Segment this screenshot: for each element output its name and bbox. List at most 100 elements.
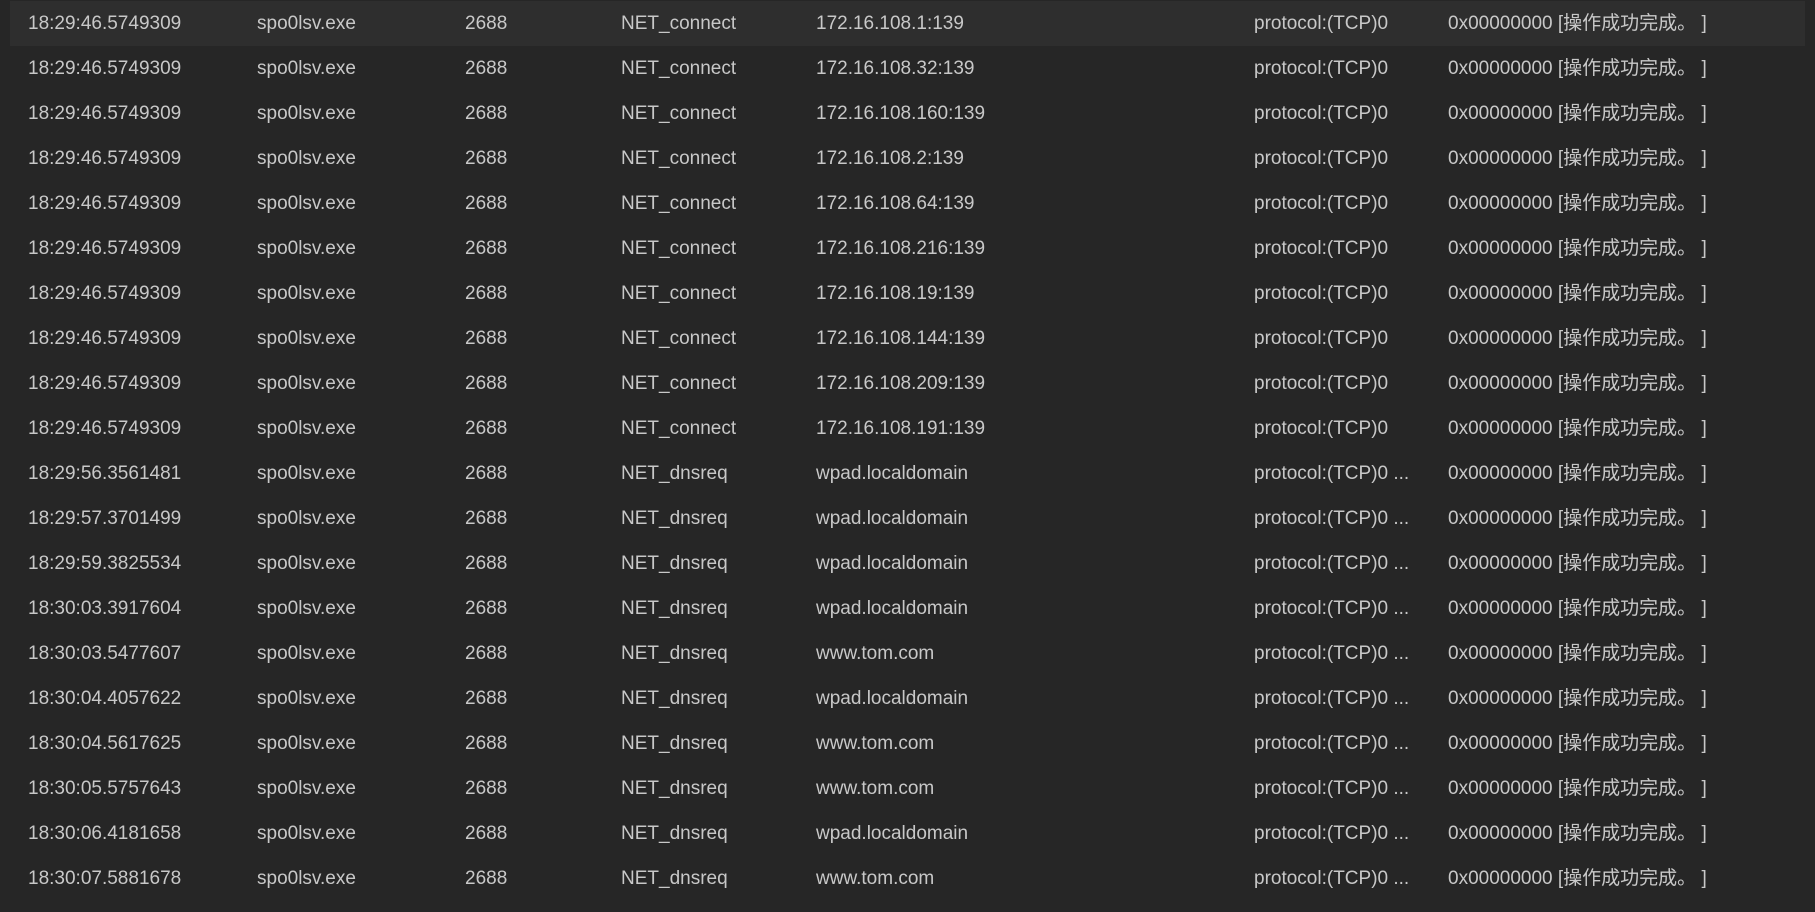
table-row[interactable]: 18:30:04.5617625 spo0lsv.exe 2688 NET_dnsre…	[10, 721, 1805, 766]
process-name-cell: spo0lsv.exe	[257, 688, 356, 709]
table-row[interactable]: 18:29:46.5749309 spo0lsv.exe 2688 NET_conne…	[10, 136, 1805, 181]
detail-cell: protocol:(TCP)0	[1254, 148, 1389, 169]
pid-cell: 2688	[465, 13, 508, 34]
result-cell: 0x00000000 [操作成功完成。 ]	[1448, 328, 1707, 349]
time-cell: 18:30:04.5617625	[28, 733, 182, 754]
table-row[interactable]: 18:30:04.4057622 spo0lsv.exe 2688 NET_dnsre…	[10, 676, 1805, 721]
result-cell: 0x00000000 [操作成功完成。 ]	[1448, 148, 1707, 169]
process-name-cell: spo0lsv.exe	[257, 553, 356, 574]
table-row[interactable]: 18:29:57.3701499 spo0lsv.exe 2688 NET_dnsre…	[10, 496, 1805, 541]
table-row[interactable]: 18:29:46.5749309 spo0lsv.exe 2688 NET_conne…	[10, 406, 1805, 451]
table-row[interactable]: 18:29:46.5749309 spo0lsv.exe 2688 NET_conne…	[10, 226, 1805, 271]
result-cell: 0x00000000 [操作成功完成。 ]	[1448, 193, 1707, 214]
operation-cell: NET_dnsreq	[621, 778, 728, 799]
time-cell: 18:29:46.5749309	[28, 58, 182, 79]
table-row[interactable]: 18:29:46.5749309 spo0lsv.exe 2688 NET_conne…	[10, 361, 1805, 406]
detail-cell: protocol:(TCP)0 ...	[1254, 508, 1410, 529]
event-log-table: 18:29:46.5749309 spo0lsv.exe 2688 NET_conne…	[10, 1, 1805, 901]
result-cell: 0x00000000 [操作成功完成。 ]	[1448, 598, 1707, 619]
path-cell: www.tom.com	[816, 733, 935, 754]
table-row[interactable]: 18:29:46.5749309 spo0lsv.exe 2688 NET_conne…	[10, 271, 1805, 316]
pid-cell: 2688	[465, 823, 508, 844]
detail-cell: protocol:(TCP)0 ...	[1254, 688, 1410, 709]
result-cell: 0x00000000 [操作成功完成。 ]	[1448, 868, 1707, 889]
process-name-cell: spo0lsv.exe	[257, 823, 356, 844]
detail-cell: protocol:(TCP)0 ...	[1254, 868, 1410, 889]
process-name-cell: spo0lsv.exe	[257, 238, 356, 259]
result-cell: 0x00000000 [操作成功完成。 ]	[1448, 58, 1707, 79]
path-cell: www.tom.com	[816, 868, 935, 889]
process-name-cell: spo0lsv.exe	[257, 328, 356, 349]
operation-cell: NET_dnsreq	[621, 868, 728, 889]
pid-cell: 2688	[465, 778, 508, 799]
operation-cell: NET_connect	[621, 103, 737, 124]
process-name-cell: spo0lsv.exe	[257, 193, 356, 214]
time-cell: 18:30:05.5757643	[28, 778, 182, 799]
detail-cell: protocol:(TCP)0	[1254, 283, 1389, 304]
operation-cell: NET_dnsreq	[621, 463, 728, 484]
detail-cell: protocol:(TCP)0	[1254, 103, 1389, 124]
detail-cell: protocol:(TCP)0 ...	[1254, 598, 1410, 619]
table-row[interactable]: 18:30:03.3917604 spo0lsv.exe 2688 NET_dnsre…	[10, 586, 1805, 631]
pid-cell: 2688	[465, 148, 508, 169]
process-name-cell: spo0lsv.exe	[257, 778, 356, 799]
time-cell: 18:29:59.3825534	[28, 553, 182, 574]
table-row[interactable]: 18:29:46.5749309 spo0lsv.exe 2688 NET_conne…	[10, 46, 1805, 91]
table-row[interactable]: 18:30:05.5757643 spo0lsv.exe 2688 NET_dnsre…	[10, 766, 1805, 811]
path-cell: wpad.localdomain	[816, 553, 969, 574]
detail-cell: protocol:(TCP)0 ...	[1254, 553, 1410, 574]
path-cell: 172.16.108.2:139	[816, 148, 964, 169]
time-cell: 18:30:07.5881678	[28, 868, 182, 889]
pid-cell: 2688	[465, 328, 508, 349]
process-name-cell: spo0lsv.exe	[257, 463, 356, 484]
result-cell: 0x00000000 [操作成功完成。 ]	[1448, 508, 1707, 529]
table-row[interactable]: 18:29:46.5749309 spo0lsv.exe 2688 NET_conne…	[10, 91, 1805, 136]
pid-cell: 2688	[465, 193, 508, 214]
operation-cell: NET_connect	[621, 193, 737, 214]
time-cell: 18:29:46.5749309	[28, 193, 182, 214]
result-cell: 0x00000000 [操作成功完成。 ]	[1448, 103, 1707, 124]
operation-cell: NET_dnsreq	[621, 688, 728, 709]
operation-cell: NET_connect	[621, 373, 737, 394]
table-row[interactable]: 18:29:46.5749309 spo0lsv.exe 2688 NET_conne…	[10, 1, 1805, 46]
detail-cell: protocol:(TCP)0	[1254, 238, 1389, 259]
time-cell: 18:30:03.3917604	[28, 598, 182, 619]
detail-cell: protocol:(TCP)0	[1254, 58, 1389, 79]
path-cell: 172.16.108.64:139	[816, 193, 975, 214]
path-cell: 172.16.108.160:139	[816, 103, 986, 124]
path-cell: wpad.localdomain	[816, 823, 969, 844]
table-row[interactable]: 18:30:03.5477607 spo0lsv.exe 2688 NET_dnsre…	[10, 631, 1805, 676]
result-cell: 0x00000000 [操作成功完成。 ]	[1448, 823, 1707, 844]
path-cell: www.tom.com	[816, 643, 935, 664]
process-name-cell: spo0lsv.exe	[257, 868, 356, 889]
operation-cell: NET_connect	[621, 283, 737, 304]
operation-cell: NET_connect	[621, 418, 737, 439]
operation-cell: NET_dnsreq	[621, 643, 728, 664]
table-row[interactable]: 18:29:46.5749309 spo0lsv.exe 2688 NET_conne…	[10, 316, 1805, 361]
time-cell: 18:29:57.3701499	[28, 508, 182, 529]
table-row[interactable]: 18:30:07.5881678 spo0lsv.exe 2688 NET_dnsre…	[10, 856, 1805, 901]
table-row[interactable]: 18:29:59.3825534 spo0lsv.exe 2688 NET_dnsre…	[10, 541, 1805, 586]
time-cell: 18:29:46.5749309	[28, 283, 182, 304]
table-row[interactable]: 18:30:06.4181658 spo0lsv.exe 2688 NET_dnsre…	[10, 811, 1805, 856]
detail-cell: protocol:(TCP)0	[1254, 373, 1389, 394]
process-name-cell: spo0lsv.exe	[257, 373, 356, 394]
detail-cell: protocol:(TCP)0	[1254, 418, 1389, 439]
path-cell: 172.16.108.144:139	[816, 328, 986, 349]
result-cell: 0x00000000 [操作成功完成。 ]	[1448, 733, 1707, 754]
table-row[interactable]: 18:29:46.5749309 spo0lsv.exe 2688 NET_conne…	[10, 181, 1805, 226]
result-cell: 0x00000000 [操作成功完成。 ]	[1448, 553, 1707, 574]
process-name-cell: spo0lsv.exe	[257, 643, 356, 664]
operation-cell: NET_connect	[621, 58, 737, 79]
path-cell: wpad.localdomain	[816, 463, 969, 484]
time-cell: 18:30:04.4057622	[28, 688, 182, 709]
pid-cell: 2688	[465, 733, 508, 754]
pid-cell: 2688	[465, 688, 508, 709]
result-cell: 0x00000000 [操作成功完成。 ]	[1448, 373, 1707, 394]
result-cell: 0x00000000 [操作成功完成。 ]	[1448, 13, 1707, 34]
time-cell: 18:29:46.5749309	[28, 418, 182, 439]
pid-cell: 2688	[465, 508, 508, 529]
detail-cell: protocol:(TCP)0	[1254, 328, 1389, 349]
operation-cell: NET_dnsreq	[621, 823, 728, 844]
table-row[interactable]: 18:29:56.3561481 spo0lsv.exe 2688 NET_dnsre…	[10, 451, 1805, 496]
